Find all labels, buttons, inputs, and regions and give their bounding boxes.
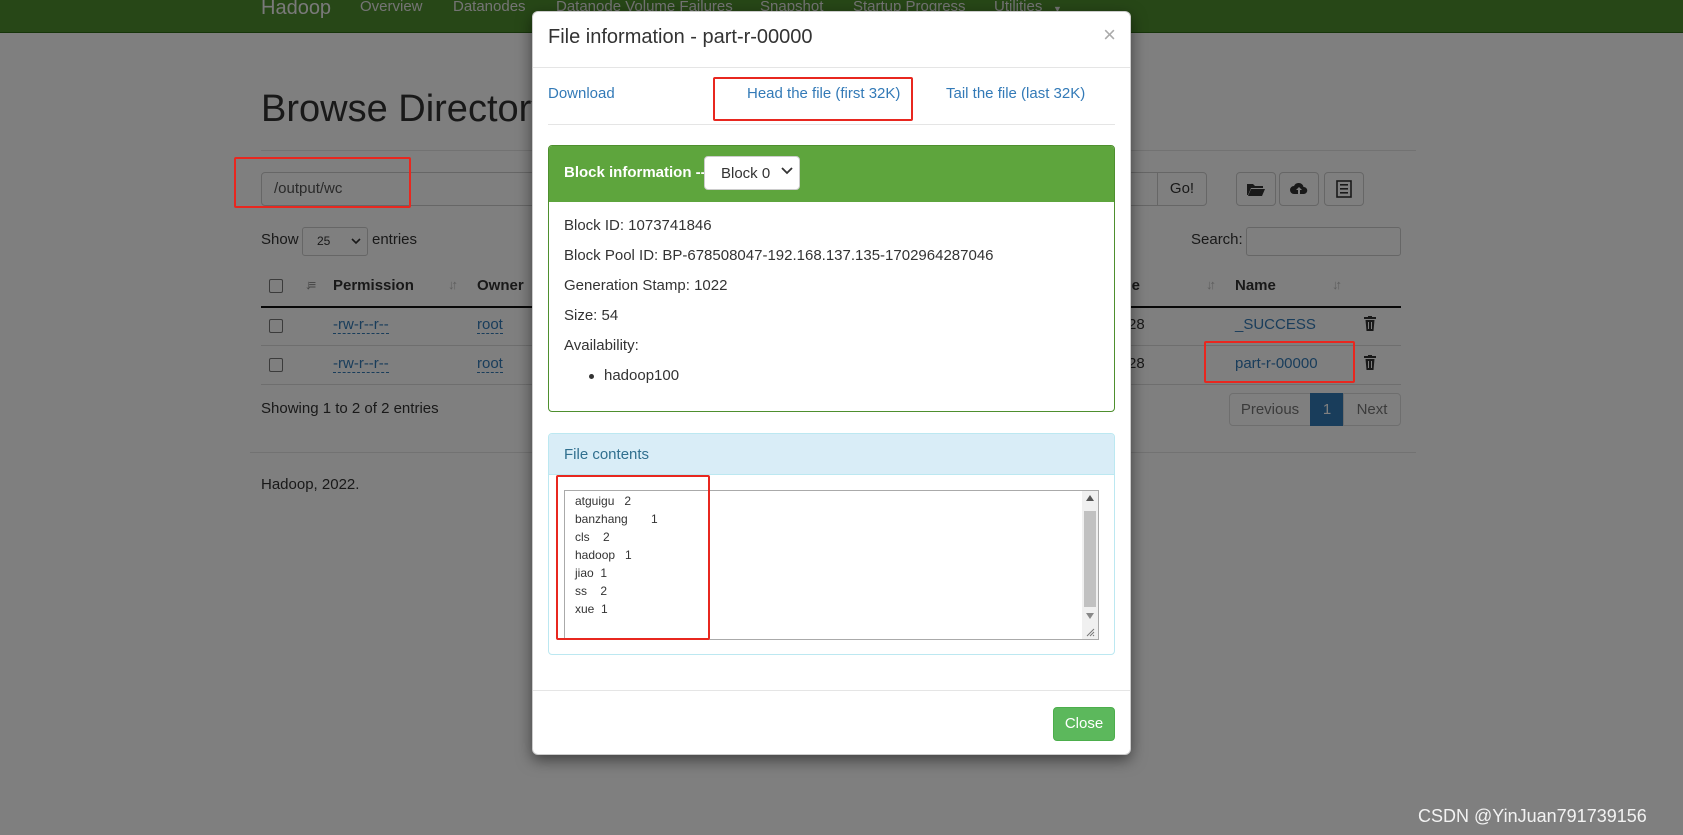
annotation-box-file-contents <box>556 475 710 640</box>
download-link[interactable]: Download <box>548 85 615 102</box>
annotation-box-head-link <box>713 77 913 121</box>
divider <box>533 690 1130 691</box>
watermark: CSDN @YinJuan791739156 <box>1418 806 1647 826</box>
close-button[interactable]: Close <box>1053 707 1115 741</box>
block-select[interactable]: Block 0 <box>704 156 800 190</box>
resize-grip-icon[interactable] <box>1085 627 1095 637</box>
scrollbar-thumb[interactable] <box>1084 511 1096 607</box>
divider <box>533 67 1130 68</box>
panel-heading: Block information -- Block 0 <box>549 146 1114 202</box>
bullet-icon <box>589 374 594 379</box>
file-information-modal: File information - part-r-00000 × Downlo… <box>532 11 1131 755</box>
block-id: Block ID: 1073741846 <box>564 217 712 234</box>
divider <box>548 124 1115 125</box>
availability-host: hadoop100 <box>604 367 680 384</box>
generation-stamp: Generation Stamp: 1022 <box>564 277 728 294</box>
block-size: Size: 54 <box>564 307 619 324</box>
modal-title: File information - part-r-00000 <box>548 26 813 48</box>
textarea-scrollbar[interactable] <box>1082 491 1098 639</box>
scroll-up-icon[interactable] <box>1086 495 1094 501</box>
panel-title: Block information -- <box>564 164 706 181</box>
annotation-box-path <box>234 157 411 208</box>
panel-heading: File contents <box>549 434 1114 475</box>
close-icon[interactable]: × <box>1103 24 1116 46</box>
annotation-box-filename <box>1204 341 1355 383</box>
availability-label: Availability: <box>564 337 639 354</box>
scroll-down-icon[interactable] <box>1086 613 1094 619</box>
block-information-panel: Block information -- Block 0 Block ID: 1… <box>548 145 1115 412</box>
block-pool-id: Block Pool ID: BP-678508047-192.168.137.… <box>564 247 994 264</box>
block-select-value: Block 0 <box>721 165 771 182</box>
chevron-down-icon <box>781 167 793 175</box>
panel-title: File contents <box>564 446 650 463</box>
tail-file-link[interactable]: Tail the file (last 32K) <box>946 85 1085 102</box>
